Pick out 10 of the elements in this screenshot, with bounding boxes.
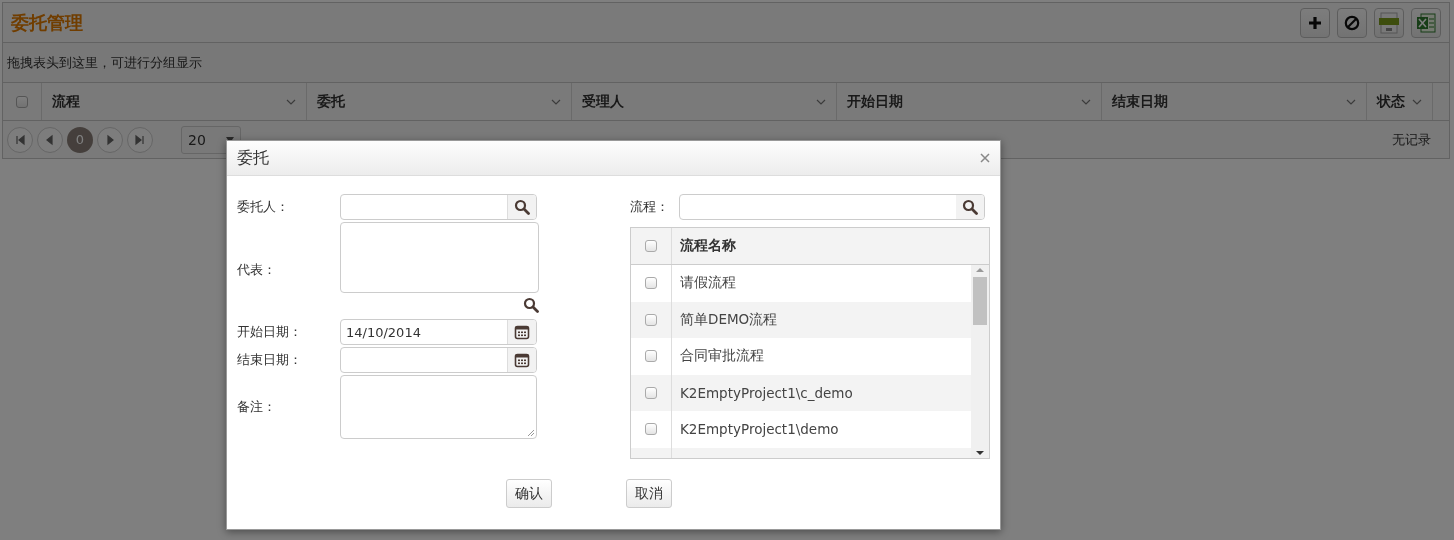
- field-value: 14/10/2014: [345, 323, 422, 342]
- field-label: 代表：: [237, 260, 277, 279]
- pager-status: 无记录: [1392, 130, 1431, 149]
- field-label: 委托人：: [237, 198, 290, 216]
- field-label: 备注：: [237, 398, 277, 416]
- field-label: 结束日期：: [237, 351, 303, 369]
- field-label: 流程：: [630, 198, 670, 216]
- page-title: 委托管理: [11, 10, 83, 35]
- group-hint: 拖拽表头到这里，可进行分组显示: [7, 53, 202, 72]
- field-label: 开始日期：: [237, 323, 303, 341]
